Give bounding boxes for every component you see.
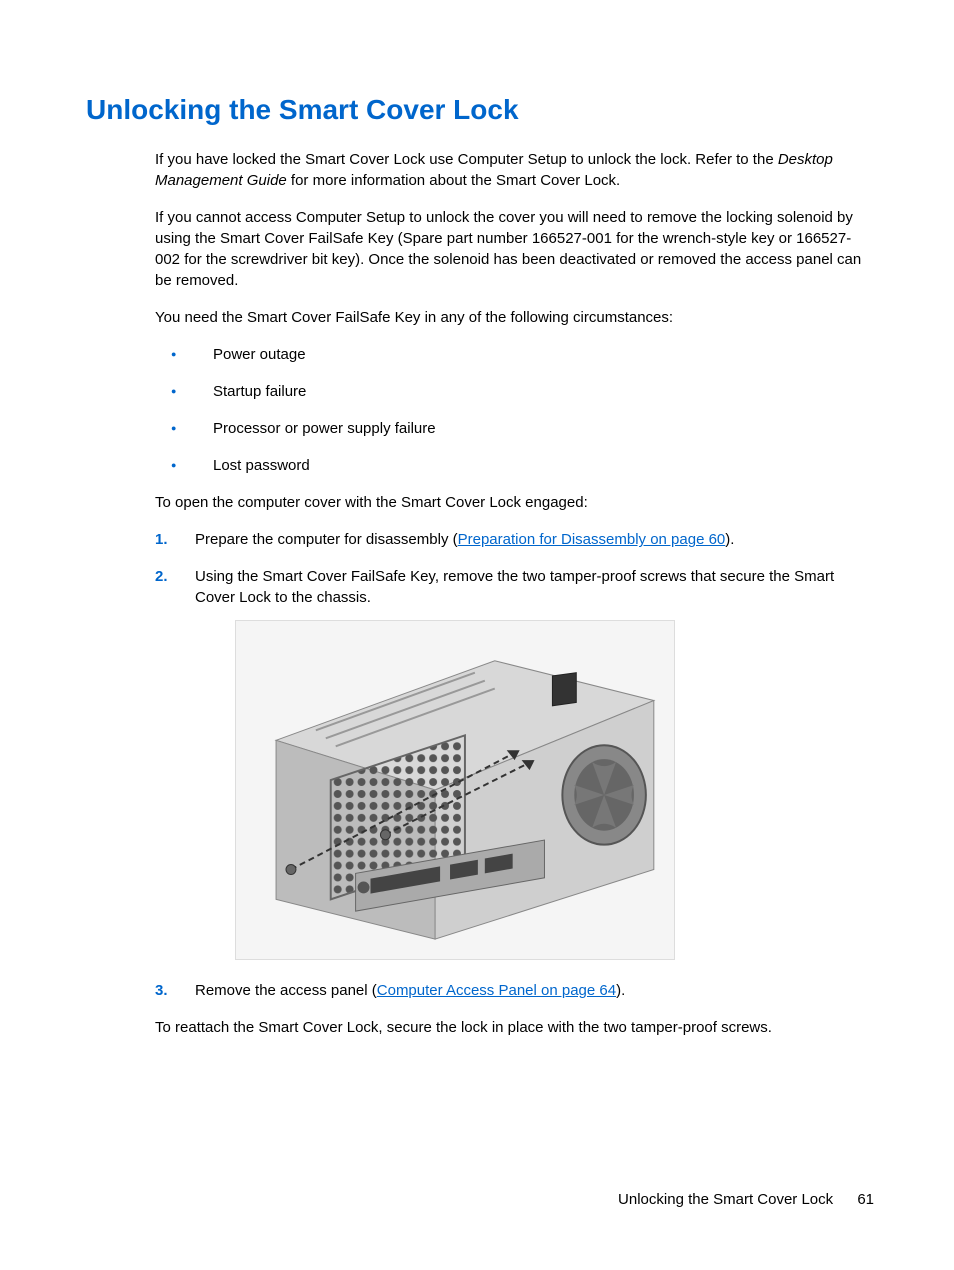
page-number: 61 (857, 1191, 874, 1208)
closing-paragraph: To reattach the Smart Cover Lock, secure… (155, 1017, 874, 1038)
text-segment: for more information about the Smart Cov… (287, 172, 620, 189)
page-heading: Unlocking the Smart Cover Lock (86, 90, 874, 129)
step-text: ). (725, 531, 734, 548)
step-number: 2. (155, 566, 168, 587)
step-text: Prepare the computer for disassembly ( (195, 531, 458, 548)
footer-title: Unlocking the Smart Cover Lock (618, 1191, 833, 1208)
step-text: ). (616, 982, 625, 999)
circumstances-list: Power outage Startup failure Processor o… (163, 344, 874, 476)
intro-paragraph-2: If you cannot access Computer Setup to u… (155, 207, 874, 291)
step-1: 1. Prepare the computer for disassembly … (155, 529, 874, 550)
steps-list: 1. Prepare the computer for disassembly … (155, 529, 874, 1001)
list-item: Lost password (163, 455, 874, 476)
text-segment: If you have locked the Smart Cover Lock … (155, 151, 778, 168)
list-item: Power outage (163, 344, 874, 365)
intro-paragraph-3: You need the Smart Cover FailSafe Key in… (155, 307, 874, 328)
step-text: Remove the access panel ( (195, 982, 377, 999)
step-number: 1. (155, 529, 168, 550)
disassembly-link[interactable]: Preparation for Disassembly on page 60 (458, 531, 726, 548)
intro-paragraph-1: If you have locked the Smart Cover Lock … (155, 149, 874, 191)
list-item: Startup failure (163, 381, 874, 402)
step-3: 3. Remove the access panel (Computer Acc… (155, 980, 874, 1001)
list-item: Processor or power supply failure (163, 418, 874, 439)
step-2: 2. Using the Smart Cover FailSafe Key, r… (155, 566, 874, 960)
access-panel-link[interactable]: Computer Access Panel on page 64 (377, 982, 616, 999)
page-footer: Unlocking the Smart Cover Lock 61 (618, 1189, 874, 1210)
step-text: Using the Smart Cover FailSafe Key, remo… (195, 568, 834, 606)
instruction-intro: To open the computer cover with the Smar… (155, 492, 874, 513)
chassis-illustration (235, 620, 675, 960)
step-number: 3. (155, 980, 168, 1001)
